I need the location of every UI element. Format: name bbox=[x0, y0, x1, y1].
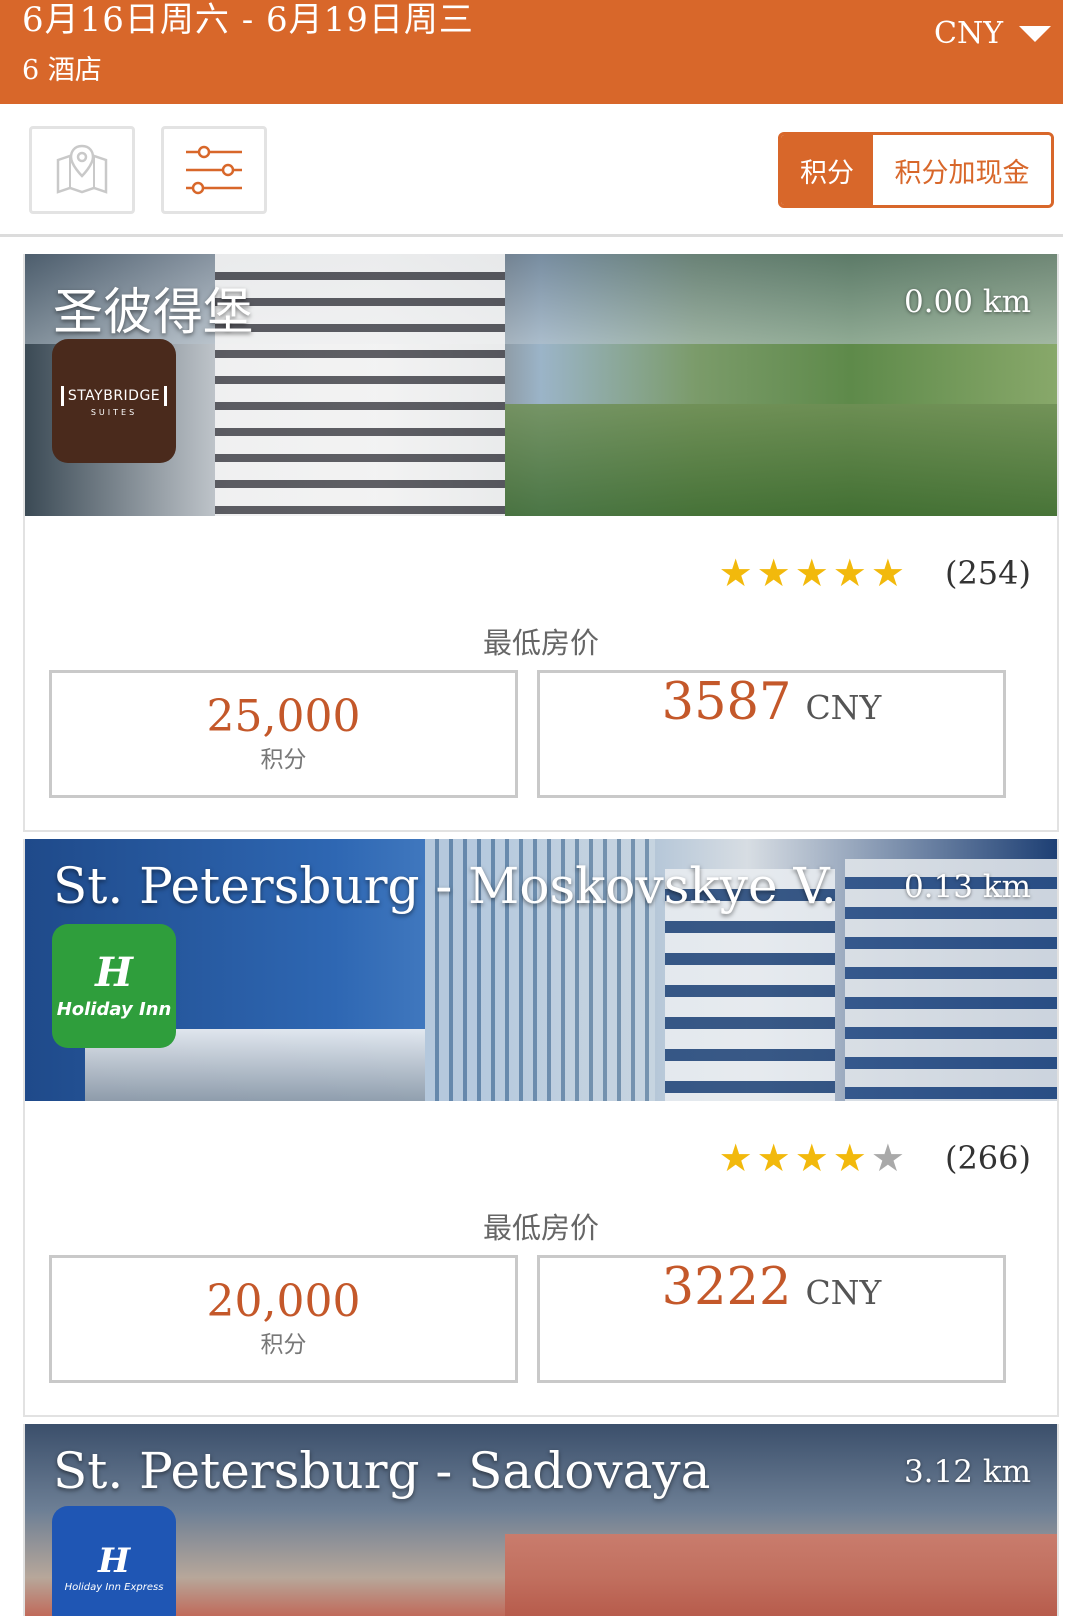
hotel-card[interactable]: 圣彼得堡 0.00 km STAYBRIDGE SUITES ★ ★ ★ ★ ★ (25… bbox=[23, 254, 1059, 832]
hotel-distance: 0.13 km bbox=[903, 869, 1031, 905]
hotel-info: ★ ★ ★ ★ ★ (266) 最低房价 20,000 积分 3222 CNY bbox=[25, 1101, 1057, 1415]
hotel-photo[interactable]: 圣彼得堡 0.00 km STAYBRIDGE SUITES bbox=[25, 254, 1057, 516]
logo-subtext: SUITES bbox=[90, 407, 138, 417]
star-filled-icon: ★ bbox=[756, 551, 791, 595]
star-filled-icon: ★ bbox=[794, 1136, 829, 1180]
staybridge-logo: STAYBRIDGE SUITES bbox=[52, 339, 176, 463]
cash-rate-button[interactable]: 3587 CNY bbox=[537, 670, 1006, 798]
toolbar: 积分 积分加现金 bbox=[0, 104, 1081, 237]
points-unit: 积分 bbox=[260, 1332, 307, 1359]
hotel-name: St. Petersburg - Sadovaya bbox=[53, 1442, 711, 1500]
points-unit: 积分 bbox=[260, 747, 307, 774]
cash-currency: CNY bbox=[805, 688, 882, 727]
star-empty-icon: ★ bbox=[870, 1136, 905, 1180]
hotel-distance: 0.00 km bbox=[903, 284, 1031, 320]
cash-currency: CNY bbox=[805, 1273, 882, 1312]
points-value: 25,000 bbox=[206, 690, 361, 742]
points-rate-button[interactable]: 20,000 积分 bbox=[49, 1255, 518, 1383]
star-rating: ★ ★ ★ ★ ★ bbox=[719, 1139, 905, 1177]
lowest-rate-label: 最低房价 bbox=[482, 1211, 599, 1245]
hotel-photo[interactable]: St. Petersburg - Moskovskye V. 0.13 km H… bbox=[25, 839, 1057, 1101]
star-filled-icon: ★ bbox=[870, 551, 905, 595]
hotel-card[interactable]: St. Petersburg - Sadovaya 3.12 km H Holi… bbox=[23, 1424, 1059, 1616]
hotel-info: ★ ★ ★ ★ ★ (254) 最低房价 25,000 积分 3587 CNY bbox=[25, 516, 1057, 830]
logo-text: Holiday Inn Express bbox=[64, 1581, 164, 1593]
points-rate-button[interactable]: 25,000 积分 bbox=[49, 670, 518, 798]
star-filled-icon: ★ bbox=[832, 1136, 867, 1180]
currency-label: CNY bbox=[933, 16, 1003, 51]
hotel-distance: 3.12 km bbox=[903, 1454, 1031, 1490]
chevron-down-icon bbox=[1019, 25, 1051, 42]
cash-rate-button[interactable]: 3222 CNY bbox=[537, 1255, 1006, 1383]
holiday-inn-logo: H Holiday Inn bbox=[52, 924, 176, 1048]
toggle-points[interactable]: 积分 bbox=[781, 135, 873, 205]
cash-value: 3222 bbox=[661, 1258, 792, 1317]
star-filled-icon: ★ bbox=[718, 1136, 753, 1180]
toggle-points-plus-cash[interactable]: 积分加现金 bbox=[873, 135, 1051, 205]
payment-mode-toggle: 积分 积分加现金 bbox=[778, 132, 1054, 208]
hotel-name: 圣彼得堡 bbox=[53, 283, 253, 341]
rating: ★ ★ ★ ★ ★ (266) bbox=[719, 1139, 1031, 1177]
holiday-inn-h-icon: H bbox=[97, 1540, 131, 1581]
holiday-inn-h-icon: H bbox=[95, 948, 133, 996]
star-filled-icon: ★ bbox=[718, 551, 753, 595]
lowest-rate-label: 最低房价 bbox=[482, 626, 599, 660]
rating: ★ ★ ★ ★ ★ (254) bbox=[719, 554, 1031, 592]
star-filled-icon: ★ bbox=[794, 551, 829, 595]
holiday-inn-express-logo: H Holiday Inn Express bbox=[52, 1506, 176, 1616]
star-filled-icon: ★ bbox=[756, 1136, 791, 1180]
logo-text: Holiday Inn bbox=[56, 998, 172, 1020]
hotel-photo[interactable]: St. Petersburg - Sadovaya 3.12 km H Holi… bbox=[25, 1424, 1057, 1616]
sliders-icon bbox=[186, 145, 242, 195]
scroll-edge bbox=[1063, 0, 1081, 1616]
map-view-button[interactable] bbox=[29, 126, 135, 214]
cash-value: 3587 bbox=[661, 673, 792, 732]
hotel-name: St. Petersburg - Moskovskye V. bbox=[53, 857, 837, 915]
map-pin-icon bbox=[56, 144, 108, 194]
points-value: 20,000 bbox=[206, 1275, 361, 1327]
logo-text: STAYBRIDGE bbox=[60, 385, 168, 406]
filter-button[interactable] bbox=[161, 126, 267, 214]
hotel-count: 6 酒店 bbox=[22, 55, 102, 86]
review-count[interactable]: (266) bbox=[945, 1139, 1031, 1177]
star-rating: ★ ★ ★ ★ ★ bbox=[719, 554, 905, 592]
currency-selector[interactable]: CNY bbox=[934, 16, 1051, 51]
hotel-card[interactable]: St. Petersburg - Moskovskye V. 0.13 km H… bbox=[23, 839, 1059, 1417]
star-filled-icon: ★ bbox=[832, 551, 867, 595]
review-count[interactable]: (254) bbox=[945, 554, 1031, 592]
search-summary-header[interactable]: 6月16日周六 - 6月19日周三 6 酒店 CNY bbox=[0, 0, 1081, 104]
date-range: 6月16日周六 - 6月19日周三 bbox=[22, 0, 474, 40]
